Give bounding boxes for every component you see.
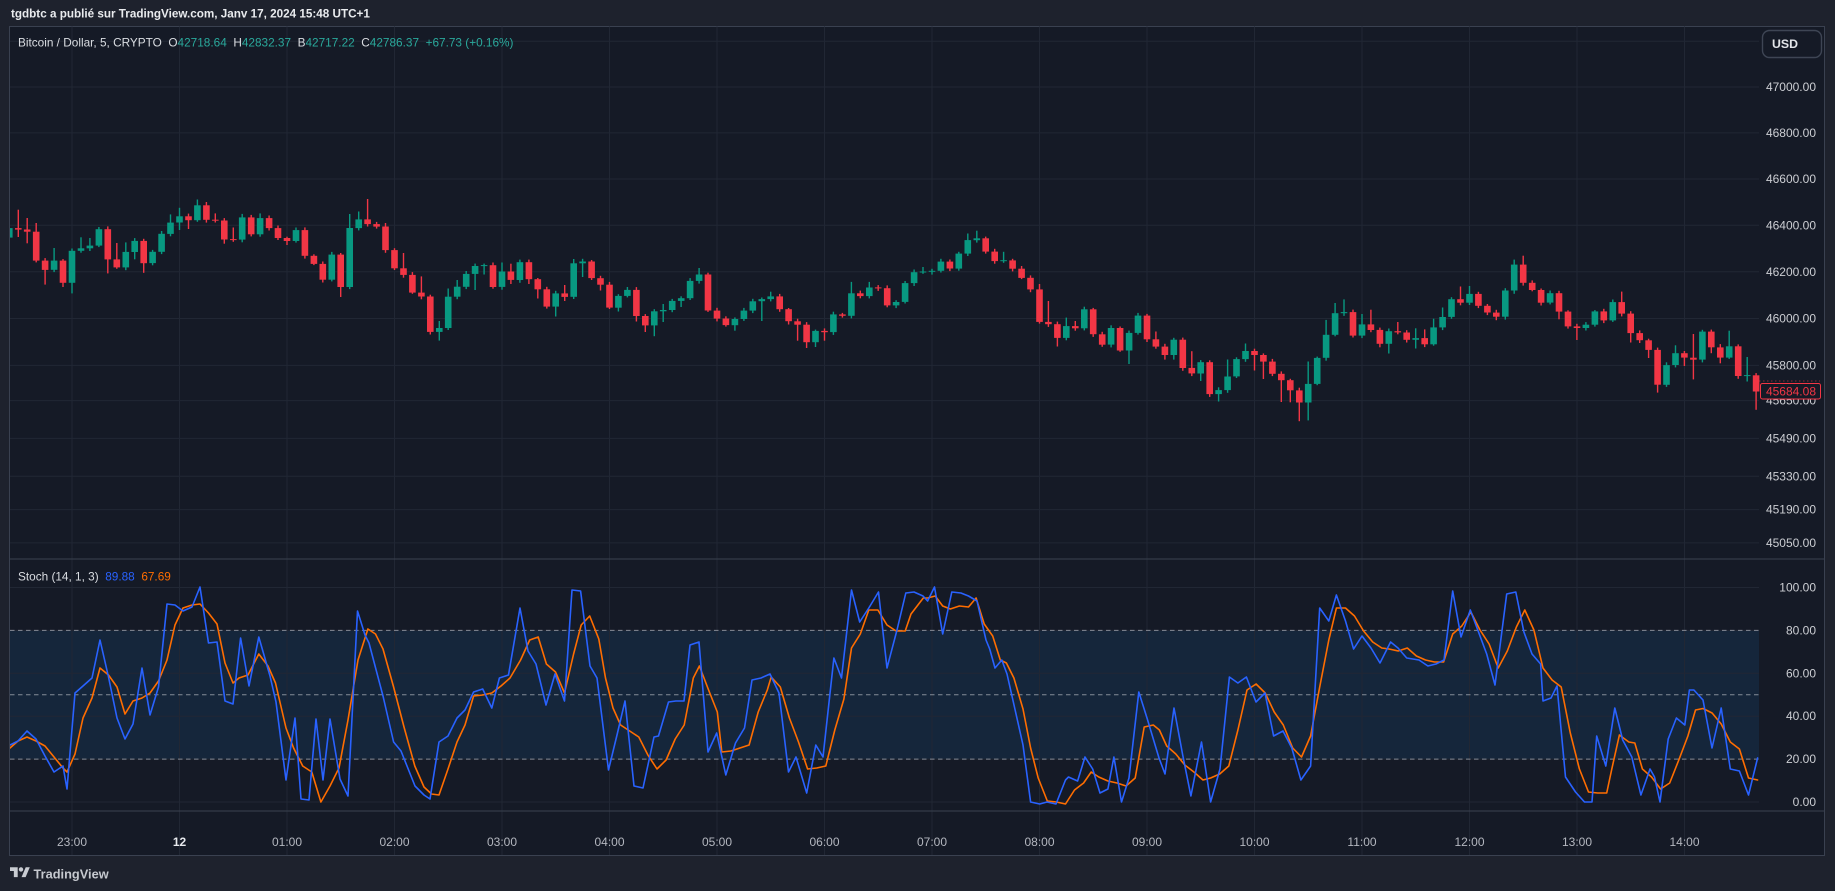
svg-text:45050.00: 45050.00	[1766, 536, 1816, 550]
svg-text:46000.00: 46000.00	[1766, 312, 1816, 326]
svg-text:20.00: 20.00	[1786, 752, 1816, 766]
svg-text:14:00: 14:00	[1669, 835, 1699, 849]
svg-text:23:00: 23:00	[57, 835, 87, 849]
svg-text:Bitcoin / Dollar, 5, CRYPTO O: Bitcoin / Dollar, 5, CRYPTO O42718.64 H4…	[18, 35, 514, 49]
svg-text:60.00: 60.00	[1786, 666, 1816, 680]
svg-text:45190.00: 45190.00	[1766, 503, 1816, 517]
svg-text:Stoch (14, 1, 3) 89.88 67.69: Stoch (14, 1, 3) 89.88 67.69	[18, 569, 171, 583]
svg-text:12: 12	[173, 835, 187, 849]
svg-text:12:00: 12:00	[1454, 835, 1484, 849]
svg-text:03:00: 03:00	[487, 835, 517, 849]
svg-text:46800.00: 46800.00	[1766, 126, 1816, 140]
svg-text:100.00: 100.00	[1779, 581, 1816, 595]
svg-text:80.00: 80.00	[1786, 623, 1816, 637]
svg-text:tgdbtc a publié sur TradingVie: tgdbtc a publié sur TradingView.com, Jan…	[11, 8, 370, 21]
svg-text:01:00: 01:00	[272, 835, 302, 849]
svg-text:USD: USD	[1772, 37, 1798, 51]
svg-text:09:00: 09:00	[1132, 835, 1162, 849]
svg-text:46200.00: 46200.00	[1766, 265, 1816, 279]
svg-text:46400.00: 46400.00	[1766, 218, 1816, 232]
svg-text:TradingView: TradingView	[34, 867, 109, 882]
svg-text:02:00: 02:00	[379, 835, 409, 849]
svg-text:07:00: 07:00	[917, 835, 947, 849]
svg-text:45490.00: 45490.00	[1766, 431, 1816, 445]
svg-text:11:00: 11:00	[1347, 835, 1376, 849]
svg-text:08:00: 08:00	[1024, 835, 1054, 849]
svg-text:04:00: 04:00	[594, 835, 624, 849]
svg-text:45684.08: 45684.08	[1766, 385, 1816, 399]
svg-text:47000.00: 47000.00	[1766, 80, 1816, 94]
svg-text:40.00: 40.00	[1786, 709, 1816, 723]
svg-text:10:00: 10:00	[1239, 835, 1269, 849]
svg-text:45800.00: 45800.00	[1766, 358, 1816, 372]
svg-text:06:00: 06:00	[809, 835, 839, 849]
svg-text:45330.00: 45330.00	[1766, 469, 1816, 483]
svg-text:05:00: 05:00	[702, 835, 732, 849]
svg-text:46600.00: 46600.00	[1766, 172, 1816, 186]
svg-text:0.00: 0.00	[1793, 795, 1817, 809]
svg-text:13:00: 13:00	[1562, 835, 1592, 849]
